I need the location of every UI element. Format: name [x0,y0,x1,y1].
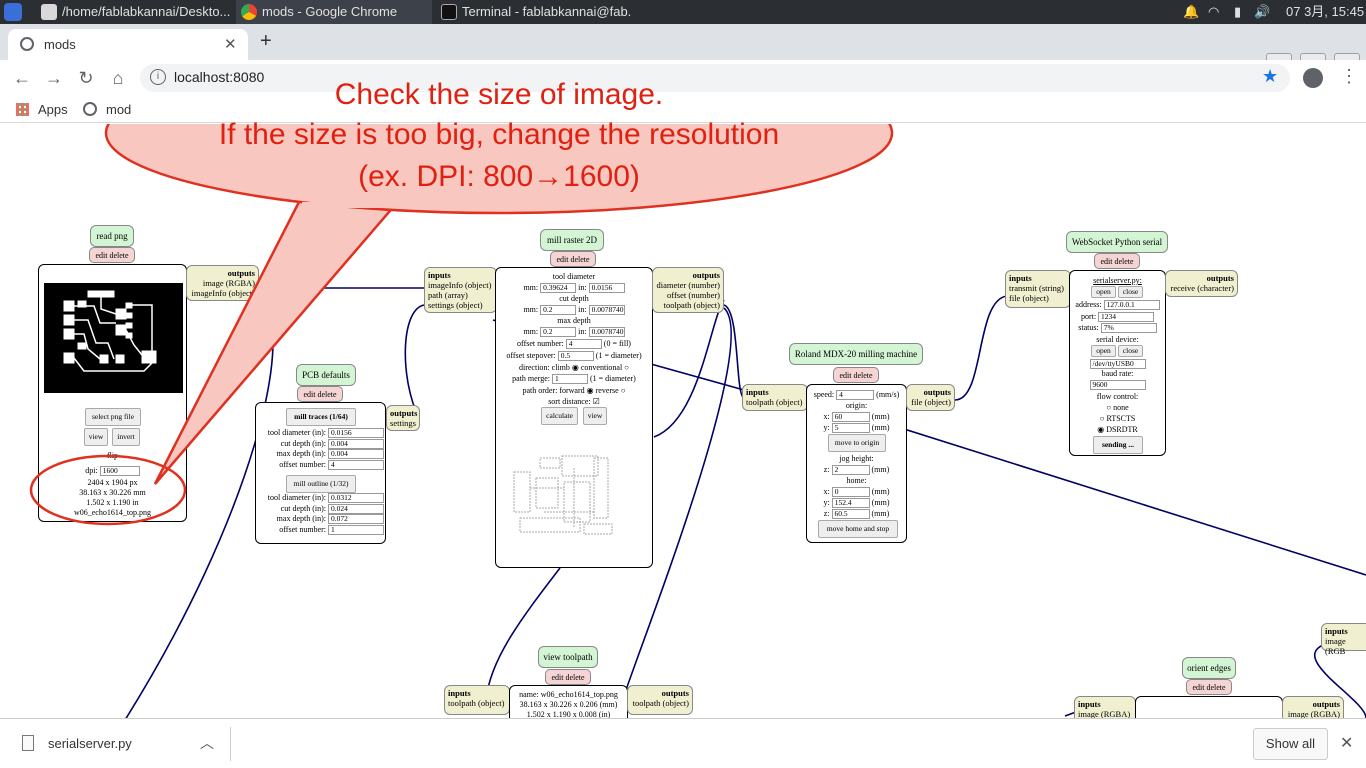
task-chrome[interactable]: mods - Google Chrome [236,0,432,24]
bookmark-star-icon[interactable]: ★ [1262,66,1278,87]
reload-icon[interactable]: ↻ [74,66,98,90]
new-tab-icon[interactable]: + [260,30,272,53]
task-file-manager[interactable]: /home/fablabkannai/Deskto... [36,0,232,24]
app-menu-icon[interactable] [4,3,22,21]
bell-icon[interactable]: 🔔 [1183,0,1199,24]
divider [230,727,231,761]
task-label: Terminal - fablabkannai@fab... [462,4,632,19]
tab-mods[interactable]: mods ✕ [8,29,248,60]
download-filename[interactable]: serialserver.py [48,736,132,751]
account-icon[interactable] [1303,68,1323,88]
mods-canvas[interactable]: read png edit delete select png file vie… [0,124,1366,718]
callout-text-line3: (ex. DPI: 800→1600) [358,160,640,193]
task-label: mods - Google Chrome [262,4,398,19]
chrome-icon [241,4,257,20]
globe-icon [20,37,34,51]
terminal-icon [441,4,457,20]
menu-kebab-icon[interactable]: ⋮ [1340,66,1358,87]
text-editor-icon [41,4,57,20]
task-terminal[interactable]: Terminal - fablabkannai@fab... [436,0,632,24]
callout-text-line1: Check the size of image. [334,78,664,111]
task-label: /home/fablabkannai/Deskto... [62,4,231,19]
clock[interactable]: 07 3月, 15:45 [1286,0,1364,24]
tab-strip: mods ✕ + − + ✕ [0,24,1366,79]
callout-bubble [29,124,894,526]
file-icon [22,735,34,751]
taskbar: /home/fablabkannai/Deskto... mods - Goog… [0,0,1366,24]
callout-shape [153,198,398,485]
chevron-up-icon[interactable]: ︿ [200,733,214,753]
bookmark-apps[interactable]: Apps [38,102,68,117]
volume-icon[interactable]: 🔊 [1254,0,1270,24]
close-download-bar-icon[interactable]: ✕ [1340,733,1353,753]
apps-grid-icon[interactable] [16,103,29,116]
battery-icon[interactable]: ▮ [1234,0,1241,24]
forward-icon[interactable]: → [42,66,66,90]
callout-text-line2: If the size is too big, change the resol… [218,118,780,151]
show-all-button[interactable]: Show all [1253,728,1328,760]
close-tab-icon[interactable]: ✕ [224,35,237,53]
highlight-ellipse [29,454,187,526]
back-icon[interactable]: ← [10,66,34,90]
tab-title: mods [44,37,76,52]
wifi-icon[interactable]: ◠ [1208,0,1219,24]
download-bar: serialserver.py ︿ Show all ✕ [0,718,1366,768]
globe-icon [83,102,97,116]
